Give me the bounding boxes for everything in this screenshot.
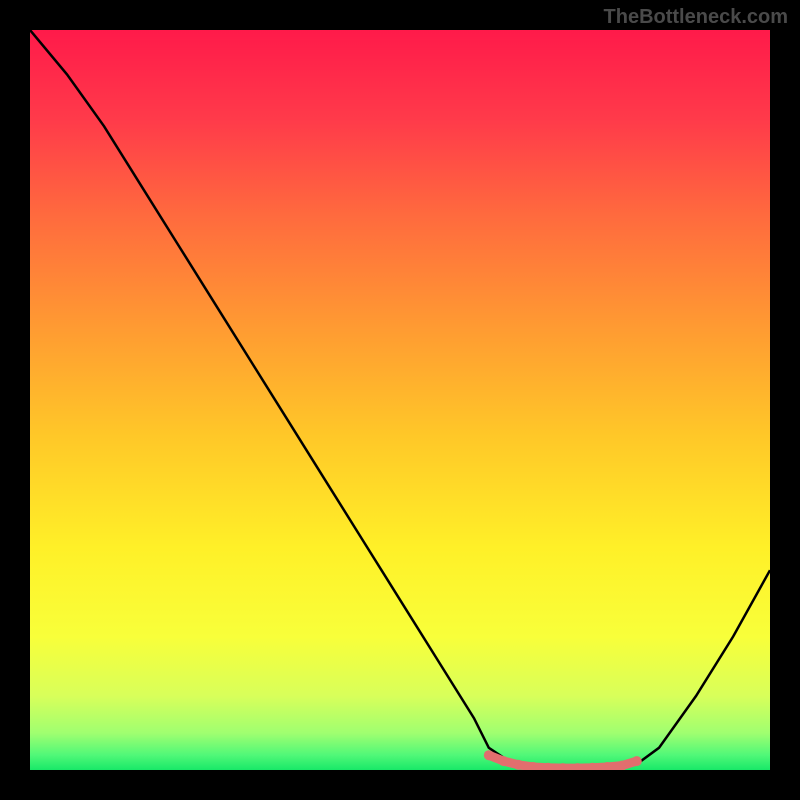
watermark-text: TheBottleneck.com [604,6,788,29]
chart-curve [30,30,770,770]
chart-container [30,30,770,770]
curve-path [30,30,770,769]
highlight-dots [484,750,642,770]
